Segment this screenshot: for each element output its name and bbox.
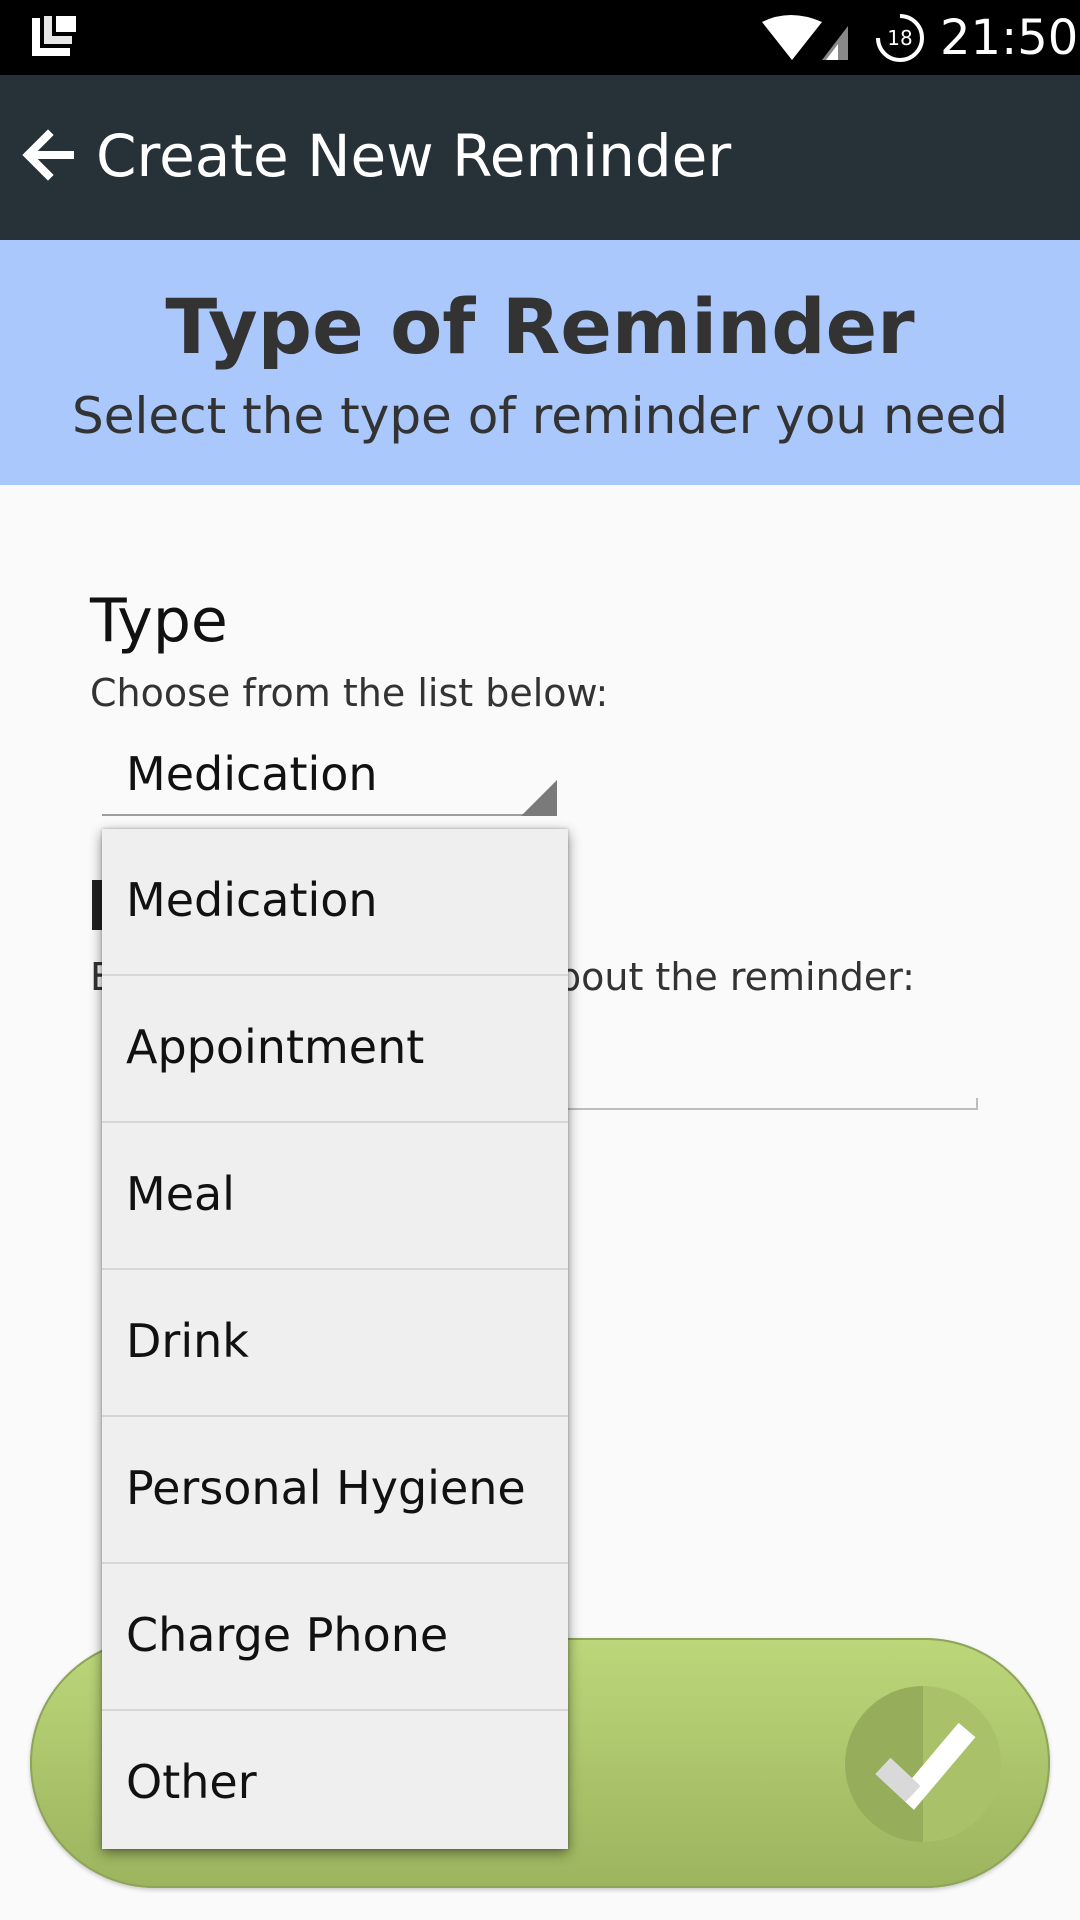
- spinner-underline: [102, 814, 557, 816]
- app-toolbar: Create New Reminder: [0, 75, 1080, 240]
- dropdown-option-label: Appointment: [126, 1020, 425, 1074]
- type-dropdown-menu: Medication Appointment Meal Drink Person…: [102, 829, 568, 1849]
- status-bar: 18 21:50: [0, 0, 1080, 75]
- banner-title: Type of Reminder: [165, 282, 915, 371]
- type-section-hint: Choose from the list below:: [90, 671, 609, 715]
- dropdown-option-other[interactable]: Other: [102, 1711, 568, 1856]
- dropdown-option-label: Medication: [126, 873, 378, 927]
- app-launcher-icon: [32, 16, 76, 56]
- dropdown-option-meal[interactable]: Meal: [102, 1123, 568, 1270]
- type-section-title: Type: [90, 586, 228, 656]
- dropdown-option-appointment[interactable]: Appointment: [102, 976, 568, 1123]
- dropdown-option-label: Charge Phone: [126, 1608, 449, 1662]
- dropdown-option-label: Other: [126, 1755, 257, 1809]
- type-spinner[interactable]: Medication: [102, 740, 557, 816]
- sync-icon: 18: [875, 13, 924, 62]
- page-title: Create New Reminder: [96, 122, 732, 190]
- sync-badge: 18: [887, 26, 912, 50]
- wifi-signal-icon: [762, 15, 848, 60]
- dropdown-option-personal-hygiene[interactable]: Personal Hygiene: [102, 1417, 568, 1564]
- dropdown-option-label: Drink: [126, 1314, 249, 1368]
- spinner-selected-value: Medication: [126, 747, 378, 801]
- header-banner: Type of Reminder Select the type of remi…: [0, 240, 1080, 485]
- status-time: 21:50: [940, 10, 1079, 66]
- arrow-left-icon[interactable]: [22, 125, 74, 185]
- dropdown-option-drink[interactable]: Drink: [102, 1270, 568, 1417]
- checkmark-icon[interactable]: [845, 1686, 1001, 1842]
- dropdown-option-label: Meal: [126, 1167, 235, 1221]
- dropdown-option-charge-phone[interactable]: Charge Phone: [102, 1564, 568, 1711]
- dropdown-option-label: Personal Hygiene: [126, 1461, 526, 1515]
- dropdown-option-medication[interactable]: Medication: [102, 829, 568, 976]
- dropdown-triangle-icon: [521, 780, 557, 816]
- banner-subtitle: Select the type of reminder you need: [72, 387, 1008, 445]
- details-input-end: [976, 1098, 978, 1110]
